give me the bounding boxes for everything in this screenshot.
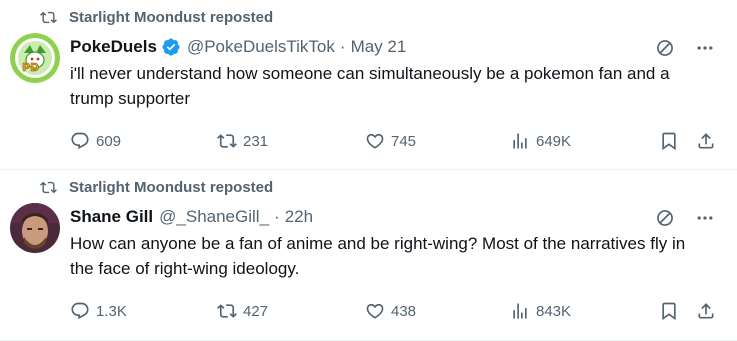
author-name[interactable]: Shane Gill (70, 206, 153, 228)
grok-icon[interactable] (655, 208, 675, 228)
verified-badge-icon[interactable] (161, 37, 181, 57)
tweet-header: PokeDuels @PokeDuelsTikTok · May 21 (70, 36, 721, 58)
views-button[interactable]: 843K (510, 301, 571, 321)
repost-icon (40, 181, 57, 194)
repost-count: 427 (243, 302, 269, 320)
avatar[interactable]: PD (10, 33, 60, 83)
repost-button[interactable]: 427 (217, 301, 268, 321)
repost-label[interactable]: Starlight Moondust reposted (69, 179, 273, 196)
author-handle[interactable]: @PokeDuelsTikTok (187, 36, 335, 58)
avatar[interactable] (10, 203, 60, 253)
repost-label[interactable]: Starlight Moondust reposted (69, 9, 273, 26)
separator-dot: · (274, 207, 280, 226)
views-icon (513, 133, 527, 149)
repost-count: 231 (243, 132, 269, 150)
repost-icon (217, 304, 237, 318)
reply-button[interactable]: 1.3K (70, 301, 127, 321)
reply-count: 609 (96, 132, 122, 150)
tweet-top-actions (655, 208, 715, 228)
tweet-card[interactable]: Starlight Moondust reposted Shane Gill @… (0, 170, 737, 341)
svg-text:PD: PD (22, 61, 39, 74)
author-handle[interactable]: @_ShaneGill_ (159, 206, 269, 228)
like-button[interactable]: 745 (365, 131, 416, 151)
like-button[interactable]: 438 (365, 301, 416, 321)
reply-button[interactable]: 609 (70, 131, 121, 151)
more-icon[interactable] (695, 208, 715, 228)
like-count: 745 (391, 132, 417, 150)
like-count: 438 (391, 302, 417, 320)
tweet-top-actions (655, 38, 715, 58)
tweet-text: i'll never understand how someone can si… (70, 64, 670, 108)
more-icon[interactable] (695, 38, 715, 58)
repost-icon (217, 134, 237, 148)
views-icon (513, 303, 527, 319)
grok-icon[interactable] (655, 38, 675, 58)
tweet-body: Shane Gill @_ShaneGill_ · 22h How can an… (70, 206, 721, 281)
repost-indicator: Starlight Moondust reposted (40, 9, 273, 26)
tweet-text: How can anyone be a fan of anime and be … (70, 234, 686, 278)
repost-button[interactable]: 231 (217, 131, 268, 151)
heart-icon (366, 133, 384, 149)
bookmark-button[interactable] (659, 301, 679, 321)
timestamp[interactable]: May 21 (351, 36, 407, 58)
share-button[interactable] (696, 301, 716, 321)
tweet-actions: 1.3K 427 438 843K (70, 301, 720, 323)
share-icon (698, 303, 714, 319)
tweet-body: PokeDuels @PokeDuelsTikTok · May 21 i'll… (70, 36, 721, 111)
tweet-card[interactable]: Starlight Moondust reposted PD PokeDuels… (0, 0, 737, 170)
timeline-feed: Starlight Moondust reposted PD PokeDuels… (0, 0, 737, 341)
reply-icon (71, 132, 89, 150)
bookmark-icon (662, 132, 676, 151)
tweet-actions: 609 231 745 649K (70, 131, 720, 153)
author-name[interactable]: PokeDuels (70, 36, 157, 58)
tweet-header: Shane Gill @_ShaneGill_ · 22h (70, 206, 721, 228)
repost-indicator: Starlight Moondust reposted (40, 179, 273, 196)
reply-icon (71, 302, 89, 320)
separator-dot: · (339, 37, 346, 56)
reply-count: 1.3K (96, 302, 127, 320)
views-button[interactable]: 649K (510, 131, 571, 151)
profile-photo (10, 203, 60, 253)
share-button[interactable] (696, 131, 716, 151)
heart-icon (366, 303, 384, 319)
bookmark-button[interactable] (659, 131, 679, 151)
repost-icon (40, 11, 57, 24)
view-count: 649K (536, 132, 572, 150)
timestamp[interactable]: 22h (285, 206, 313, 228)
view-count: 843K (536, 302, 572, 320)
pokeduels-logo: PD (10, 33, 60, 83)
share-icon (698, 133, 714, 149)
bookmark-icon (662, 302, 676, 321)
